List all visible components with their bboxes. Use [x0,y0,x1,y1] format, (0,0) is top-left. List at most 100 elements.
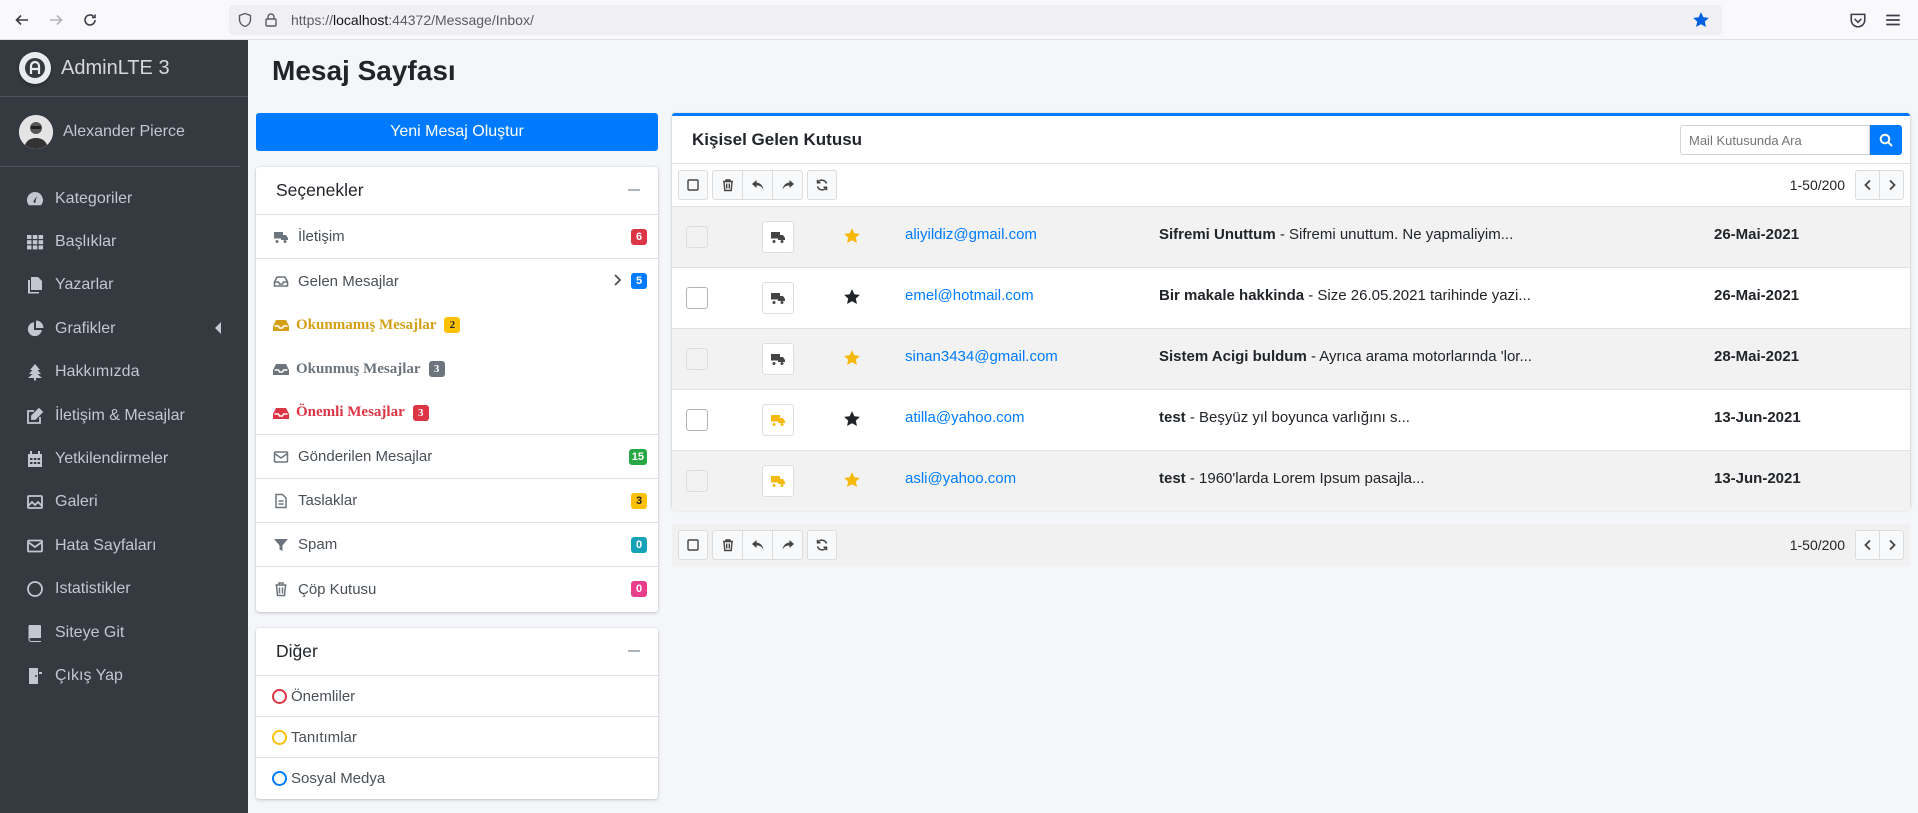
label-tanitimlar[interactable]: Tanıtımlar [256,717,658,758]
select-all-button[interactable] [678,530,708,560]
sidebar-item-yazarlar[interactable]: Yazarlar [0,264,248,307]
mail-row[interactable]: emel@hotmail.com Bir makale hakkinda - Si… [672,267,1910,328]
count-badge: 0 [631,581,647,597]
star-icon[interactable] [843,349,861,367]
folder-label: Önemli Mesajlar [296,404,405,420]
mail-row[interactable]: atilla@yahoo.com test - Beşyüz yıl boyunc… [672,389,1910,450]
forward-button[interactable] [772,170,803,200]
forward-icon[interactable] [42,6,70,34]
folder-iletisim[interactable]: İletişim 6 [256,215,658,259]
mail-type-button[interactable] [762,343,794,375]
star-icon[interactable] [843,471,861,489]
mail-sender-link[interactable]: sinan3434@gmail.com [905,348,1058,365]
mail-subject[interactable]: Sifremi Unuttum - Sifremi unuttum. Ne ya… [1159,226,1513,243]
folder-gonderilen[interactable]: Gönderilen Mesajlar 15 [256,435,658,479]
truck-icon [771,415,785,426]
sidebar-item-hata-sayfalari[interactable]: Hata Sayfaları [0,524,248,567]
pocket-icon[interactable] [1849,11,1867,29]
mail-date: 26-Mai-2021 [1714,226,1800,243]
folder-gelen-mesajlar[interactable]: Gelen Mesajlar 5 [256,259,658,303]
search-input[interactable] [1680,125,1870,155]
sidebar-item-grafikler[interactable]: Grafikler [0,307,248,350]
select-all-button[interactable] [678,170,708,200]
sidebar-item-label: Kategoriler [55,189,133,207]
back-icon[interactable] [8,6,36,34]
mail-row[interactable]: aliyildiz@gmail.com Sifremi Unuttum - Sif… [672,206,1910,267]
mail-checkbox[interactable] [686,348,708,370]
mail-subject[interactable]: Bir makale hakkinda - Size 26.05.2021 ta… [1159,287,1531,304]
sidebar-item-iletisim-mesajlar[interactable]: İletişim & Mesajlar [0,394,248,437]
mail-subject[interactable]: test - Beşyüz yıl boyunca varlığını s... [1159,409,1410,426]
refresh-button[interactable] [807,530,837,560]
folder-taslaklar[interactable]: Taslaklar 3 [256,479,658,523]
menu-icon[interactable] [1884,11,1902,29]
folder-okunmus[interactable]: Okunmuş Mesajlar 3 [256,347,658,391]
folder-cop-kutusu[interactable]: Çöp Kutusu 0 [256,567,658,611]
user-panel[interactable]: Alexander Pierce [0,97,240,167]
mail-checkbox[interactable] [686,226,708,248]
mail-checkbox[interactable] [686,287,708,309]
brand-logo-icon [19,52,51,84]
mail-type-button[interactable] [762,404,794,436]
star-icon[interactable] [843,288,861,306]
circle-icon [272,688,287,704]
prev-page-button[interactable] [1855,530,1880,560]
mail-sender-link[interactable]: asli@yahoo.com [905,470,1016,487]
sidebar-item-cikis-yap[interactable]: Çıkış Yap [0,654,248,697]
bookmark-star-icon[interactable] [1692,11,1710,29]
label-text: Sosyal Medya [291,770,386,787]
forward-button[interactable] [772,530,803,560]
address-bar[interactable]: https://localhost:44372/Message/Inbox/ [229,5,1722,35]
lock-icon [265,13,277,27]
brand-link[interactable]: AdminLTE 3 [0,40,248,97]
sidebar-item-kategoriler[interactable]: Kategoriler [0,177,248,220]
mail-type-button[interactable] [762,221,794,253]
label-onemliler[interactable]: Önemliler [256,676,658,717]
mail-subject-title: Sifremi Unuttum [1159,226,1276,243]
next-page-button[interactable] [1879,170,1904,200]
sidebar-item-basliklar[interactable]: Başlıklar [0,220,248,263]
chevron-right-icon[interactable] [612,274,622,286]
mail-checkbox[interactable] [686,470,708,492]
star-icon[interactable] [843,227,861,245]
label-text: Önemliler [291,687,356,705]
mail-row[interactable]: asli@yahoo.com test - 1960'larda Lorem Ip… [672,450,1910,511]
sidebar-item-yetkilendirmeler[interactable]: Yetkilendirmeler [0,437,248,480]
next-page-button[interactable] [1879,530,1904,560]
inbox-title: Kişisel Gelen Kutusu [692,129,863,149]
mail-subject[interactable]: Sistem Acigi buldum - Ayrıca arama motor… [1159,348,1532,365]
pager: 1-50/200 [1790,170,1904,200]
mail-type-button[interactable] [762,465,794,497]
reply-button[interactable] [742,170,773,200]
mail-type-button[interactable] [762,282,794,314]
count-badge: 5 [631,273,647,289]
star-icon[interactable] [843,410,861,428]
mail-sender-link[interactable]: atilla@yahoo.com [905,409,1024,426]
pager-buttons [1855,530,1904,560]
refresh-button[interactable] [807,170,837,200]
prev-page-button[interactable] [1855,170,1880,200]
reload-icon[interactable] [76,6,104,34]
folder-onemli[interactable]: Önemli Mesajlar 3 [256,391,658,435]
delete-button[interactable] [712,530,743,560]
collapse-minus-icon[interactable] [628,650,640,652]
mail-row[interactable]: sinan3434@gmail.com Sistem Acigi buldum -… [672,328,1910,389]
search-button[interactable] [1870,125,1902,155]
compose-button[interactable]: Yeni Mesaj Oluştur [256,113,658,151]
mail-subject[interactable]: test - 1960'larda Lorem Ipsum pasajla... [1159,470,1425,487]
mail-sender-link[interactable]: aliyildiz@gmail.com [905,226,1037,243]
reply-button[interactable] [742,530,773,560]
sidebar-item-istatistikler[interactable]: Istatistikler [0,568,248,611]
delete-button[interactable] [712,170,743,200]
label-sosyal-medya[interactable]: Sosyal Medya [256,758,658,799]
mail-checkbox[interactable] [686,409,708,431]
sidebar-item-siteye-git[interactable]: Siteye Git [0,611,248,654]
sidebar-item-hakkimizda[interactable]: Hakkımızda [0,351,248,394]
folder-spam[interactable]: Spam 0 [256,523,658,567]
mail-sender-link[interactable]: emel@hotmail.com [905,287,1034,304]
collapse-minus-icon[interactable] [628,189,640,191]
sidebar-item-label: Çıkış Yap [55,666,123,684]
sidebar-item-galeri[interactable]: Galeri [0,481,248,524]
folder-okunmamis[interactable]: Okunmamış Mesajlar 2 [256,303,658,347]
pager-buttons [1855,170,1904,200]
